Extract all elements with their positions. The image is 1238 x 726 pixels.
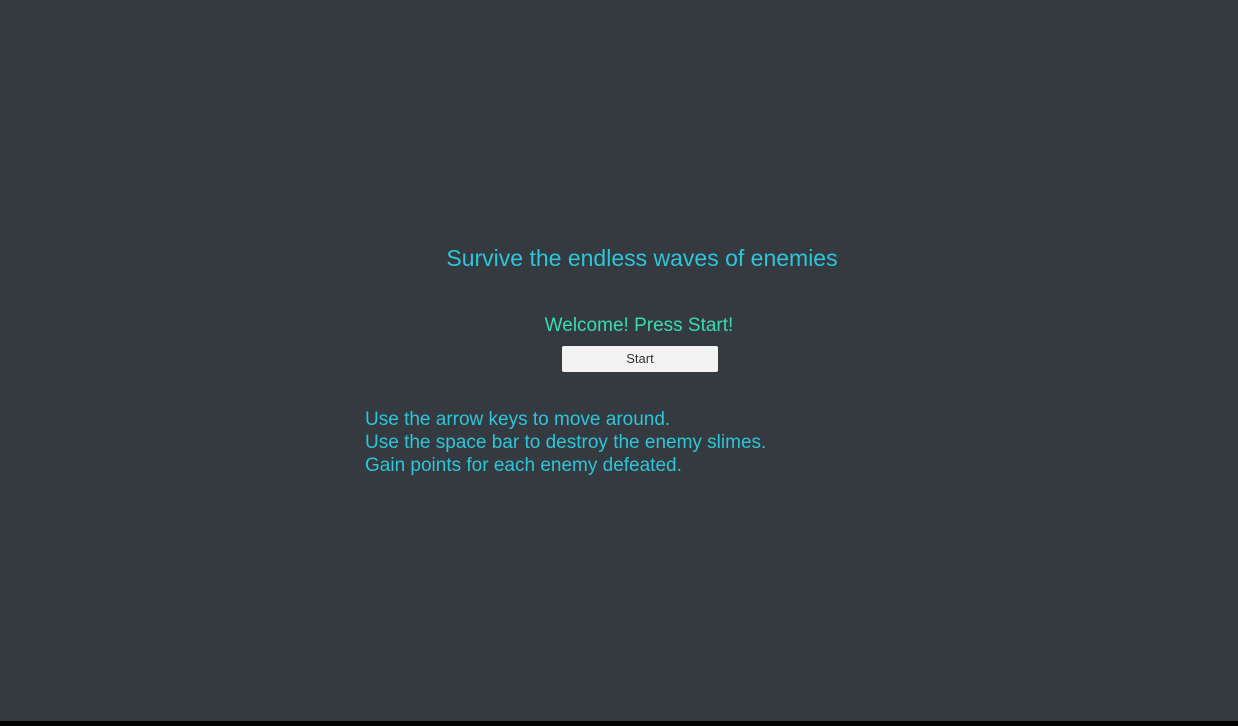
start-button[interactable]: Start bbox=[562, 346, 718, 372]
game-title: Survive the endless waves of enemies bbox=[446, 245, 838, 271]
instructions-panel: Use the arrow keys to move around. Use t… bbox=[365, 408, 766, 477]
game-screen: Survive the endless waves of enemies Wel… bbox=[0, 0, 1238, 721]
instruction-line: Gain points for each enemy defeated. bbox=[365, 455, 682, 476]
instruction-line: Use the space bar to destroy the enemy s… bbox=[365, 432, 767, 453]
instruction-line: Use the arrow keys to move around. bbox=[365, 409, 671, 430]
status-message: Welcome! Press Start! bbox=[544, 315, 734, 336]
